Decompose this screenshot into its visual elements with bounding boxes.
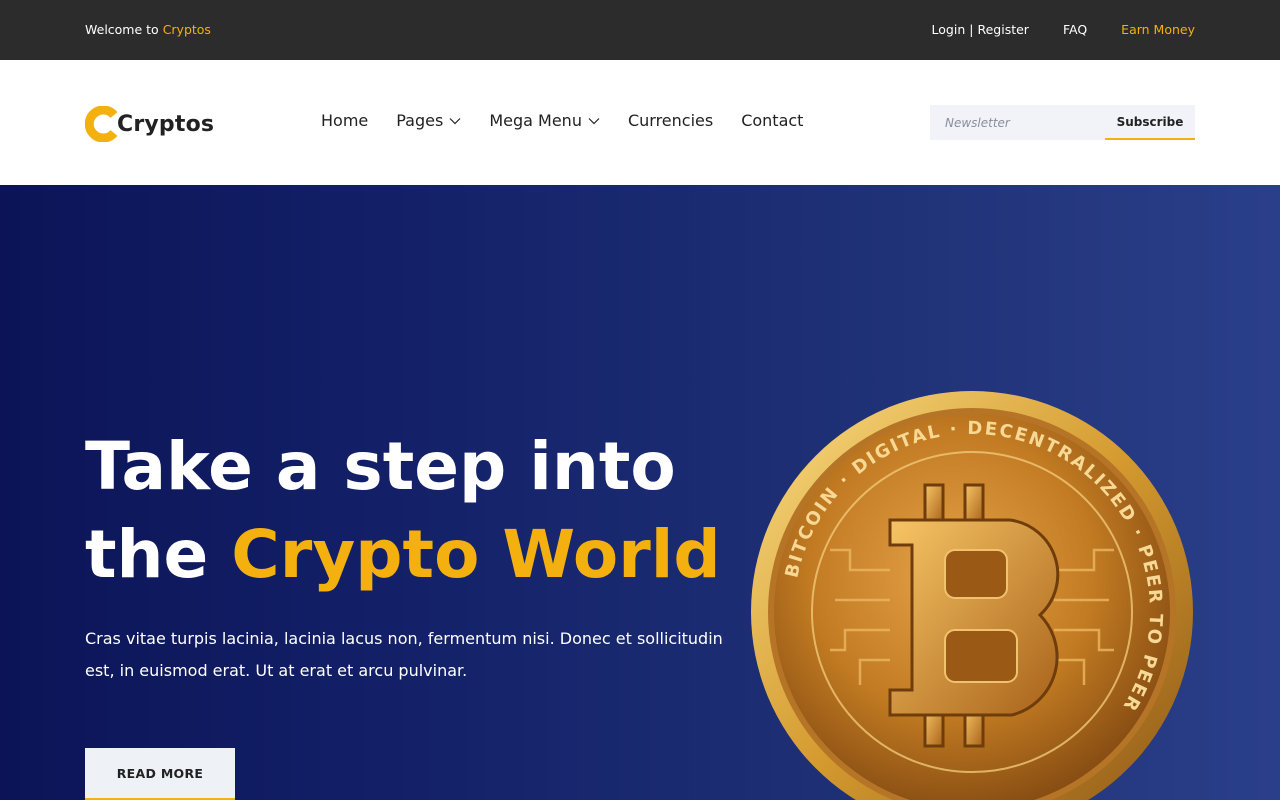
nav-item-pages-label: Pages [396, 111, 444, 130]
welcome-brand: Cryptos [162, 22, 211, 37]
hero-title-accent: Crypto World [231, 516, 721, 593]
nav-item-pages[interactable]: Pages [396, 111, 461, 130]
read-more-button[interactable]: READ MORE [85, 748, 235, 800]
nav-item-home[interactable]: Home [321, 111, 368, 130]
newsletter-form: Subscribe [930, 105, 1195, 140]
register-link[interactable]: Register [977, 22, 1028, 37]
chevron-down-icon [449, 117, 461, 124]
login-register-separator: | [969, 22, 974, 37]
top-bar: Welcome to Cryptos Login | Register FAQ … [0, 0, 1280, 60]
nav-item-currencies[interactable]: Currencies [628, 111, 713, 130]
nav-item-mega-menu-label: Mega Menu [489, 111, 582, 130]
hero-title: Take a step into the Crypto World [85, 423, 721, 599]
nav-item-mega-menu[interactable]: Mega Menu [489, 111, 600, 130]
nav-item-home-label: Home [321, 111, 369, 130]
bitcoin-coin-icon: BITCOIN · DIGITAL · DECENTRALIZED · PEER… [751, 391, 1193, 800]
welcome-prefix: Welcome to [85, 22, 159, 37]
newsletter-input[interactable] [930, 105, 1105, 140]
earn-money-link[interactable]: Earn Money [1121, 22, 1195, 37]
hero-title-plain: the [85, 516, 209, 593]
logo-text: Cryptos [117, 111, 215, 137]
site-logo[interactable]: Cryptos [85, 106, 214, 142]
nav-item-contact-label: Contact [741, 111, 804, 130]
hero-description: Cras vitae turpis lacinia, lacinia lacus… [85, 629, 723, 680]
chevron-down-icon [588, 117, 600, 124]
nav-item-currencies-label: Currencies [627, 111, 714, 130]
faq-link[interactable]: FAQ [1063, 22, 1087, 37]
c-logo-icon [85, 106, 118, 142]
welcome-message: Welcome to Cryptos [85, 22, 211, 37]
top-links: Login | Register FAQ Earn Money [932, 22, 1195, 37]
subscribe-button[interactable]: Subscribe [1105, 105, 1195, 140]
hero-section: Take a step into the Crypto World Cras v… [0, 185, 1280, 800]
main-nav: Home Pages Mega Menu Currencies Contact [321, 111, 831, 130]
login-link[interactable]: Login [932, 22, 966, 37]
hero-title-line1: Take a step into [85, 428, 676, 505]
nav-item-contact[interactable]: Contact [741, 111, 803, 130]
